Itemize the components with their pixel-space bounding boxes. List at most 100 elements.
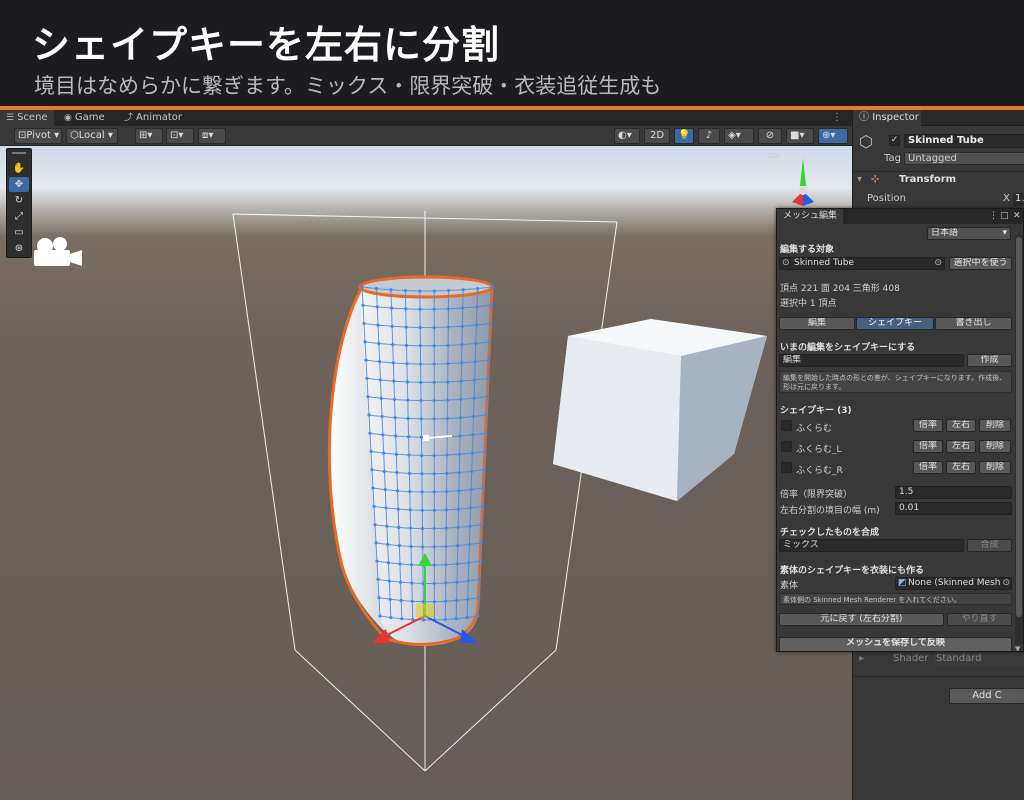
close-icon[interactable]: ✕ xyxy=(1013,209,1021,224)
gizmos-button[interactable]: ⊕▾ xyxy=(818,128,848,144)
vertex-dot xyxy=(447,288,451,293)
tab-edit[interactable]: 編集 xyxy=(779,317,855,330)
local-dropdown[interactable]: ⬡Local ▾ xyxy=(66,128,118,144)
vertex-dot xyxy=(398,562,402,566)
vertex-dot xyxy=(477,596,481,600)
tab-mesh-edit[interactable]: メッシュ編集 xyxy=(777,209,844,224)
tab-export[interactable]: 書き出し xyxy=(935,317,1012,330)
combine-name-input[interactable]: ミックス xyxy=(779,539,964,552)
shader-dropdown[interactable]: Standard xyxy=(933,653,1024,666)
vertex-dot xyxy=(459,379,463,383)
vertex-dot xyxy=(365,376,369,380)
effects-button[interactable]: ◈▾ xyxy=(724,128,754,144)
active-checkbox[interactable]: ✓ xyxy=(889,135,900,146)
draw-mode-button[interactable]: ◐▾ xyxy=(614,128,640,144)
tab-animator[interactable]: ⤴ Animator xyxy=(124,110,182,126)
scene-view[interactable]: ✋ ✥ ↻ ⤢ ▭ ⊛ xyxy=(0,146,852,800)
2d-toggle[interactable]: 2D xyxy=(644,128,670,144)
shapekey-name: ふくらむ xyxy=(796,424,833,434)
rate-field[interactable]: 1.5 xyxy=(895,486,1012,499)
scale-button[interactable]: 倍率 xyxy=(913,440,943,453)
tube-top-rim xyxy=(358,275,494,299)
vertex-dot xyxy=(459,397,463,402)
grid-snap-button[interactable]: ⊞▾ xyxy=(135,128,163,144)
rect-tool-icon[interactable]: ▭ xyxy=(9,225,29,240)
rotate-tool-icon[interactable]: ↻ xyxy=(9,193,29,208)
vertex-dot xyxy=(407,471,412,475)
transform-tool-icon[interactable]: ⊛ xyxy=(9,241,29,256)
hidden-objects-toggle[interactable]: ⊘ xyxy=(758,128,782,144)
lighting-toggle[interactable]: 💡 xyxy=(674,128,694,144)
tab-scene[interactable]: ☰ Scene xyxy=(0,110,54,126)
vertex-dot xyxy=(360,285,364,289)
vertex-dot xyxy=(471,433,475,437)
combine-button[interactable]: 合成 xyxy=(967,539,1012,552)
delete-button[interactable]: 削除 xyxy=(979,419,1011,432)
tab-menu-icon[interactable]: ⋮ xyxy=(832,110,842,126)
object-name-field[interactable]: Skinned Tube xyxy=(904,134,1024,148)
rate-label: 倍率（限界突破） xyxy=(780,490,853,500)
increment-snap-button[interactable]: ⧈▾ xyxy=(198,128,226,144)
vertex-dot xyxy=(470,451,474,455)
move-tool-icon[interactable]: ✥ xyxy=(9,177,29,192)
shapekey-name-input[interactable]: 編集 xyxy=(779,354,964,367)
transform-header[interactable]: ▾ ⊹ Transform xyxy=(853,174,1024,188)
vertex-dot xyxy=(419,362,423,366)
transform-label: Transform xyxy=(899,174,957,185)
snap-settings-button[interactable]: ⊡▾ xyxy=(166,128,194,144)
save-mesh-button[interactable]: メッシュを保存して反映 xyxy=(779,637,1012,651)
vertex-dot xyxy=(384,506,388,510)
scroll-down-icon[interactable]: ▼ xyxy=(1015,645,1023,651)
vertex-dot xyxy=(487,358,491,362)
use-selected-button[interactable]: 選択中を使う xyxy=(949,257,1012,270)
body-object-field[interactable]: ◩ None (Skinned Mesh ⊙ xyxy=(895,577,1012,590)
vertex-dot xyxy=(454,617,458,621)
add-component-button[interactable]: Add C xyxy=(949,688,1024,704)
target-object-field[interactable]: ⊙ Skinned Tube ⊙ xyxy=(779,257,945,270)
audio-toggle[interactable]: ♪ xyxy=(698,128,720,144)
redo-button[interactable]: やり直す xyxy=(947,613,1012,626)
vertex-dot xyxy=(432,362,436,366)
shapekey-checkbox[interactable] xyxy=(781,441,792,452)
language-dropdown[interactable]: 日本語 ▾ xyxy=(927,227,1011,240)
split-width-field[interactable]: 0.01 xyxy=(895,502,1012,515)
vertex-dot xyxy=(408,508,412,512)
shapekey-checkbox[interactable] xyxy=(781,420,792,431)
foldout-arrow-icon: ▸ xyxy=(859,653,865,664)
scale-tool-icon[interactable]: ⤢ xyxy=(9,209,29,224)
tab-shapekey[interactable]: シェイプキー xyxy=(856,317,934,330)
split-lr-button[interactable]: 左右 xyxy=(946,461,976,474)
title-banner: シェイプキーを左右に分割 境目はなめらかに繋ぎます。ミックス・限界突破・衣装追従… xyxy=(0,0,1024,106)
vertex-dot xyxy=(488,340,492,344)
scrollbar-track[interactable] xyxy=(1015,235,1023,645)
target-object-value: Skinned Tube xyxy=(794,258,855,268)
revert-button[interactable]: 元に戻す (左右分割) xyxy=(779,613,944,626)
tag-dropdown[interactable]: Untagged xyxy=(904,152,1024,165)
scene-canvas xyxy=(34,153,814,772)
vertex-dot xyxy=(458,434,462,438)
create-button[interactable]: 作成 xyxy=(967,354,1012,367)
scrollbar-thumb[interactable] xyxy=(1016,237,1022,617)
vertex-dot xyxy=(376,577,380,582)
vertex-dot xyxy=(389,615,393,620)
scale-button[interactable]: 倍率 xyxy=(913,419,943,432)
delete-button[interactable]: 削除 xyxy=(979,440,1011,453)
inspector-tab-bar: ⓘ Inspector xyxy=(853,110,1024,126)
camera-settings-button[interactable]: ■▾ xyxy=(786,128,814,144)
shapekey-checkbox[interactable] xyxy=(781,462,792,473)
tab-inspector[interactable]: ⓘ Inspector xyxy=(853,110,921,126)
split-lr-button[interactable]: 左右 xyxy=(946,440,976,453)
vertex-dot xyxy=(395,470,399,475)
hand-tool-icon[interactable]: ✋ xyxy=(9,161,29,176)
split-lr-button[interactable]: 左右 xyxy=(946,419,976,432)
menu-icon[interactable]: ⋮ xyxy=(989,209,998,224)
vertex-dot xyxy=(446,343,450,347)
vertex-dot xyxy=(432,545,436,549)
delete-button[interactable]: 削除 xyxy=(979,461,1011,474)
tab-game[interactable]: ◉ Game xyxy=(64,110,105,126)
maximize-icon[interactable]: □ xyxy=(1000,209,1009,224)
position-x-field[interactable]: 1. xyxy=(1013,193,1024,206)
pivot-dropdown[interactable]: ⊡Pivot ▾ xyxy=(14,128,62,144)
split-width-label: 左右分割の境目の幅 (m) xyxy=(780,506,880,516)
scale-button[interactable]: 倍率 xyxy=(913,461,943,474)
